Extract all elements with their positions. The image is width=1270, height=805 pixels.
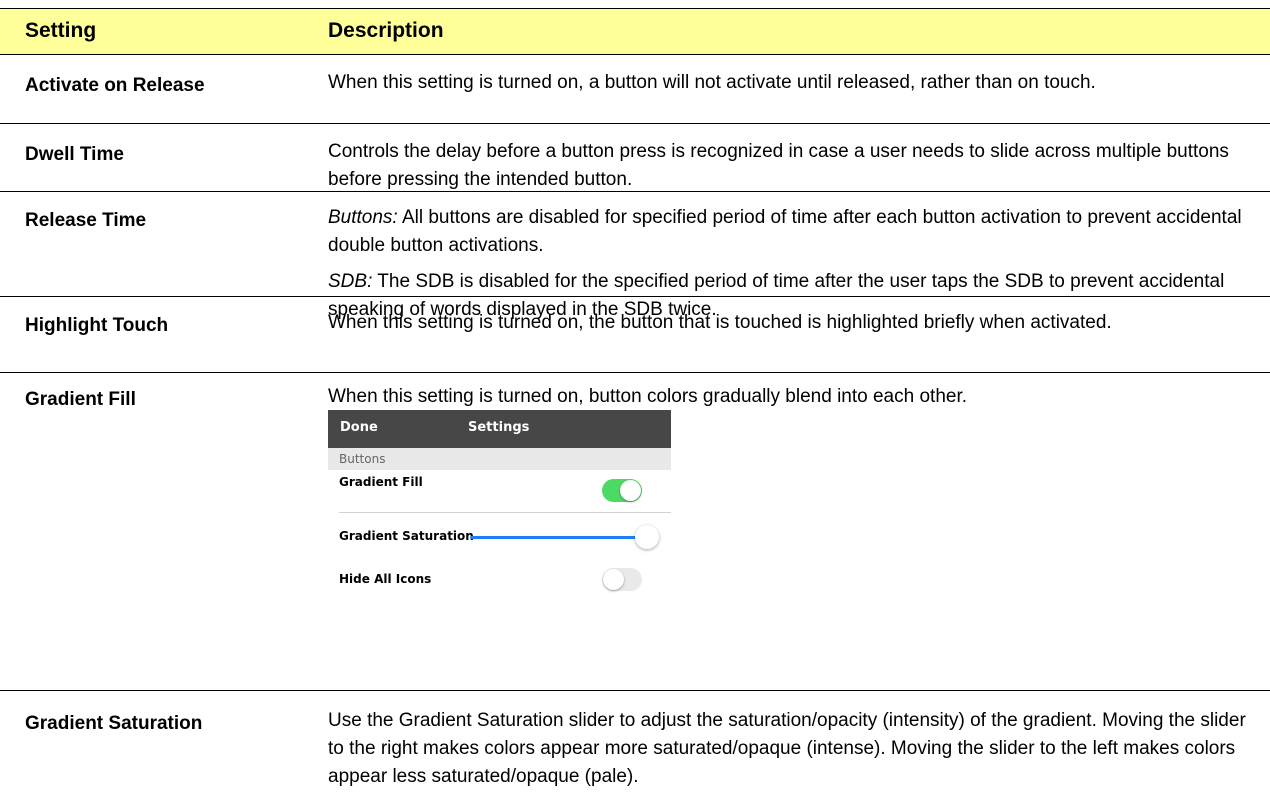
header-setting: Setting	[25, 19, 97, 42]
toggle-knob	[620, 480, 641, 501]
hide-all-icons-label: Hide All Icons	[339, 572, 432, 586]
settings-screenshot: Done Settings Buttons Gradient Fill Grad…	[328, 410, 671, 683]
section-label: Buttons	[339, 452, 386, 466]
nav-bar: Done Settings	[328, 410, 671, 448]
setting-description: Controls the delay before a button press…	[328, 141, 1229, 190]
nav-title: Settings	[468, 420, 530, 435]
toggle-knob	[603, 569, 624, 590]
setting-name: Activate on Release	[25, 75, 205, 96]
table-row: Gradient Saturation Use the Gradient Sat…	[0, 691, 1270, 805]
setting-name: Highlight Touch	[25, 315, 169, 336]
gradient-fill-row: Gradient Fill	[328, 470, 671, 510]
table-row: Release Time Buttons: All buttons are di…	[0, 192, 1270, 320]
gradient-fill-toggle[interactable]	[602, 479, 642, 502]
gradient-saturation-slider-knob[interactable]	[635, 525, 659, 549]
setting-name: Release Time	[25, 210, 147, 231]
desc-paragraph: Buttons: All buttons are disabled for sp…	[328, 207, 1242, 256]
setting-name: Gradient Saturation	[25, 713, 203, 734]
table-row: Activate on Release When this setting is…	[0, 55, 1270, 124]
setting-description: When this setting is turned on, button c…	[328, 386, 968, 407]
header-description: Description	[328, 19, 444, 42]
gradient-fill-label: Gradient Fill	[339, 475, 423, 489]
gradient-saturation-row: Gradient Saturation	[328, 513, 671, 559]
gradient-saturation-slider-track[interactable]	[470, 536, 646, 539]
table-row: Highlight Touch When this setting is tur…	[0, 297, 1270, 373]
setting-description: When this setting is turned on, the butt…	[328, 312, 1112, 333]
hide-all-icons-row: Hide All Icons	[328, 559, 671, 599]
done-button[interactable]: Done	[340, 420, 378, 435]
setting-name: Dwell Time	[25, 144, 124, 165]
setting-name: Gradient Fill	[25, 389, 136, 410]
table-row: Dwell Time Controls the delay before a b…	[0, 124, 1270, 192]
section-header: Buttons	[328, 448, 671, 470]
setting-description: When this setting is turned on, a button…	[328, 72, 1096, 93]
gradient-saturation-label: Gradient Saturation	[339, 529, 474, 543]
table-header: Setting Description	[0, 8, 1270, 55]
setting-description: Use the Gradient Saturation slider to ad…	[328, 710, 1246, 787]
hide-all-icons-toggle[interactable]	[602, 568, 642, 591]
